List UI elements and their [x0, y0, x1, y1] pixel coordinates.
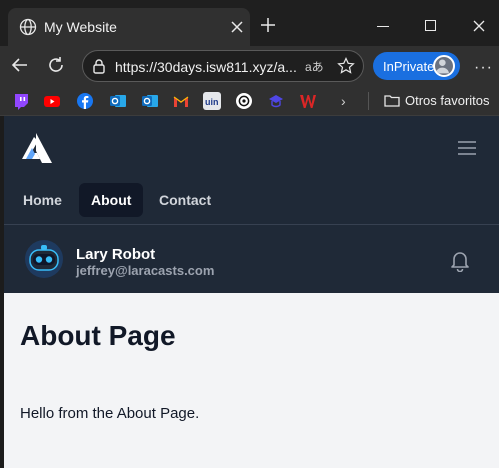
facebook-icon[interactable]: [76, 92, 94, 110]
inprivate-label: InPrivate: [383, 59, 435, 74]
globe-icon: [19, 18, 37, 36]
hamburger-menu-icon[interactable]: [457, 141, 477, 155]
lock-icon[interactable]: [91, 58, 107, 74]
site-navbar: Home About Contact Lary Robot jeffrey@la…: [4, 116, 499, 293]
bell-icon[interactable]: [450, 250, 470, 272]
favorites-overflow-chevron-icon[interactable]: ›: [341, 93, 346, 109]
nav-link-contact[interactable]: Contact: [147, 183, 223, 217]
close-tab-icon[interactable]: [230, 20, 244, 34]
browser-window: My Website https://30days.isw811.xyz/a..…: [0, 0, 499, 468]
reload-icon[interactable]: [46, 55, 66, 75]
youtube-icon[interactable]: [43, 92, 61, 110]
title-bar: My Website: [0, 0, 499, 46]
read-aloud-icon[interactable]: aあ: [305, 58, 324, 75]
favorites-bar: uin › Otros favoritos: [0, 86, 499, 116]
gmail-icon[interactable]: [172, 92, 190, 110]
inprivate-button[interactable]: InPrivate: [373, 52, 460, 80]
user-email: jeffrey@laracasts.com: [76, 263, 215, 278]
address-bar[interactable]: https://30days.isw811.xyz/a... aあ: [82, 50, 364, 82]
nav-link-about[interactable]: About: [79, 183, 144, 217]
user-avatar: [25, 240, 63, 278]
outlook-icon[interactable]: [109, 92, 127, 110]
favorite-star-icon[interactable]: [337, 57, 355, 75]
window-close-button[interactable]: [473, 20, 485, 32]
svg-text:uin: uin: [205, 97, 219, 107]
browser-tab[interactable]: My Website: [8, 8, 250, 46]
maximize-button[interactable]: [425, 20, 436, 31]
openai-icon[interactable]: [235, 92, 253, 110]
profile-avatar-icon: [433, 55, 455, 77]
minimize-button[interactable]: [377, 26, 389, 27]
twitch-icon[interactable]: [12, 92, 30, 110]
site-logo[interactable]: [20, 133, 52, 163]
back-arrow-icon[interactable]: [10, 55, 30, 75]
outlook-icon-2[interactable]: [141, 92, 159, 110]
user-name: Lary Robot: [76, 246, 156, 263]
favorites-divider: [368, 92, 369, 110]
more-menu-icon[interactable]: ···: [474, 59, 493, 77]
other-favorites-link[interactable]: Otros favoritos: [405, 93, 490, 108]
uin-icon[interactable]: uin: [203, 92, 221, 110]
navbar-divider: [4, 224, 499, 225]
grader-icon[interactable]: [267, 92, 285, 110]
w-icon[interactable]: [299, 92, 317, 110]
page-body-text: Hello from the About Page.: [20, 405, 200, 422]
new-tab-icon[interactable]: [260, 17, 276, 33]
url-text[interactable]: https://30days.isw811.xyz/a...: [115, 59, 297, 75]
folder-icon[interactable]: [384, 94, 400, 107]
web-page: Home About Contact Lary Robot jeffrey@la…: [4, 116, 499, 468]
nav-link-home[interactable]: Home: [11, 183, 74, 217]
page-title: About Page: [20, 320, 176, 351]
browser-toolbar: https://30days.isw811.xyz/a... aあ InPriv…: [0, 46, 499, 86]
tab-title: My Website: [44, 19, 117, 35]
